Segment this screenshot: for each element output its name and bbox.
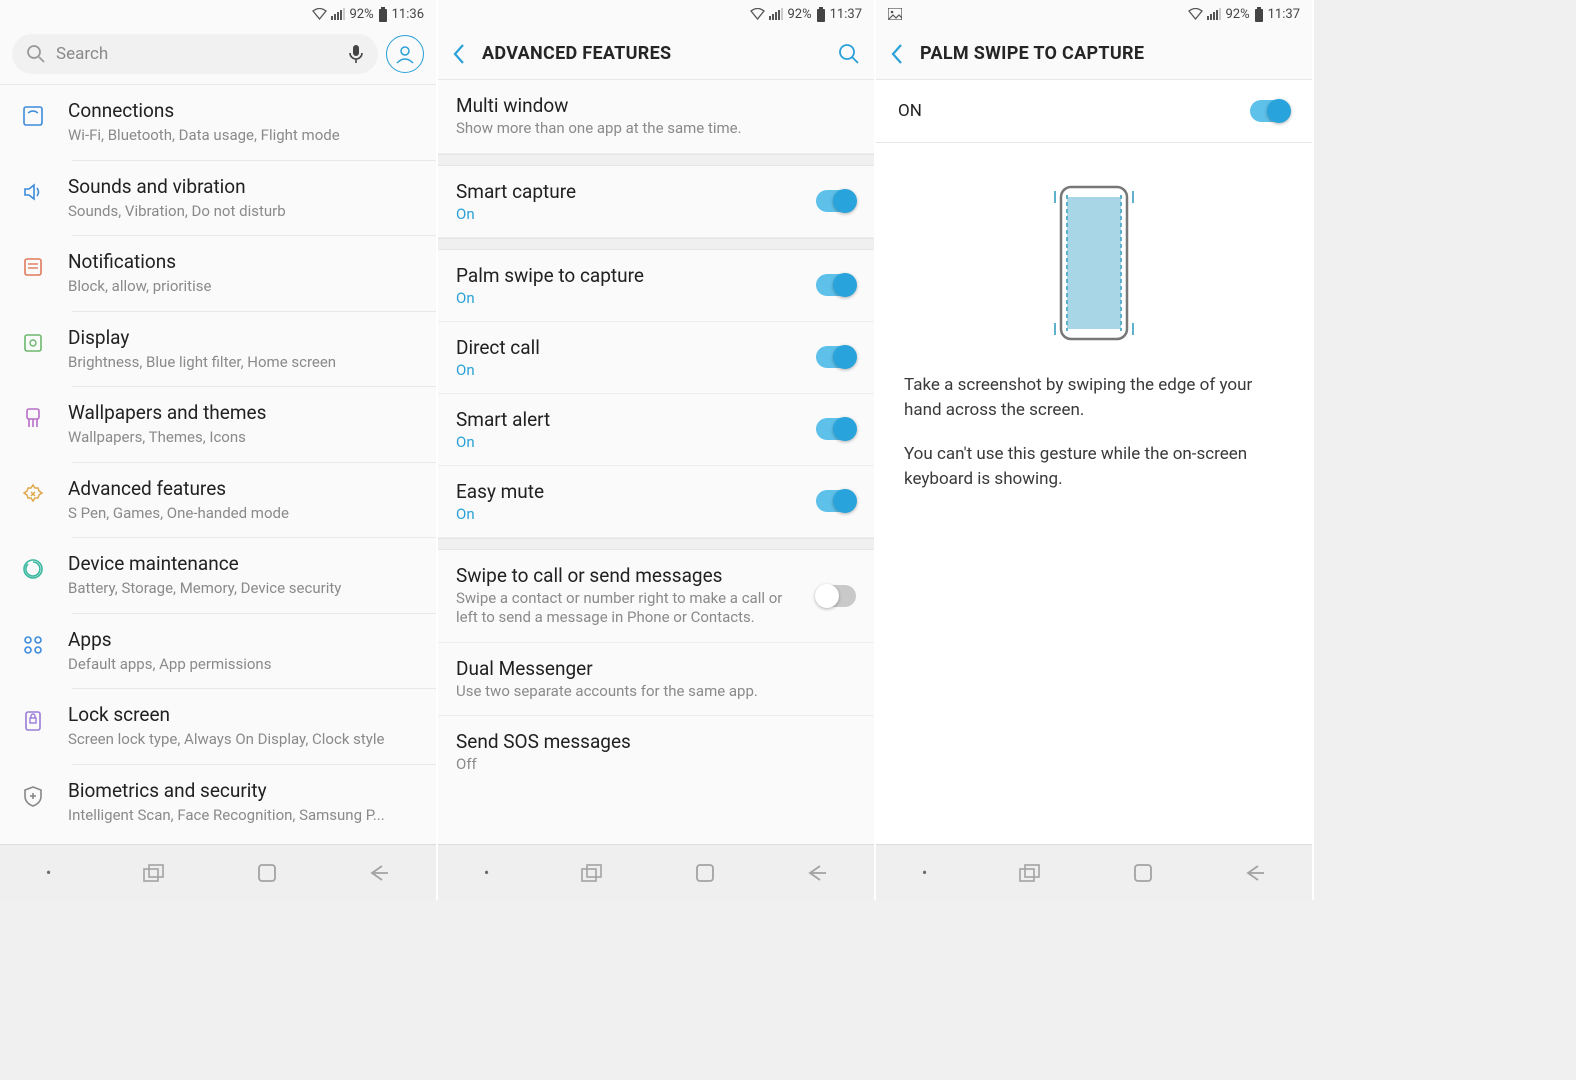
nav-dot: • (922, 863, 927, 882)
sound-icon (16, 175, 50, 205)
search-input[interactable]: Search (12, 34, 378, 74)
settings-item-notifications[interactable]: NotificationsBlock, allow, prioritise (0, 236, 436, 311)
recents-button[interactable] (1019, 864, 1041, 882)
settings-list: ConnectionsWi-Fi, Bluetooth, Data usage,… (0, 85, 436, 844)
master-toggle-row[interactable]: ON (876, 80, 1312, 143)
description-text-1: Take a screenshot by swiping the edge of… (904, 373, 1284, 422)
titlebar: PALM SWIPE TO CAPTURE (876, 28, 1312, 80)
back-button[interactable] (806, 864, 828, 882)
search-header: Search (0, 28, 436, 85)
settings-item-sounds[interactable]: Sounds and vibrationSounds, Vibration, D… (0, 161, 436, 236)
status-bar: 92% 11:37 (438, 0, 874, 28)
status-time: 11:36 (392, 7, 424, 22)
battery-icon (816, 7, 826, 22)
battery-icon (378, 7, 388, 22)
description-text-2: You can't use this gesture while the on-… (904, 442, 1284, 491)
item-smart-alert[interactable]: Smart alertOn (438, 394, 874, 466)
search-placeholder: Search (56, 44, 338, 64)
display-icon (16, 326, 50, 356)
battery-icon (1254, 7, 1264, 22)
settings-item-maintenance[interactable]: Device maintenanceBattery, Storage, Memo… (0, 538, 436, 613)
advanced-icon (16, 477, 50, 507)
back-button[interactable] (368, 864, 390, 882)
settings-item-wallpapers[interactable]: Wallpapers and themesWallpapers, Themes,… (0, 387, 436, 462)
item-direct-call[interactable]: Direct callOn (438, 322, 874, 394)
settings-item-apps[interactable]: AppsDefault apps, App permissions (0, 614, 436, 689)
back-icon[interactable] (890, 43, 904, 65)
search-icon (26, 44, 46, 64)
notifications-icon (16, 250, 50, 280)
navigation-bar: • (438, 844, 874, 900)
recents-button[interactable] (143, 864, 165, 882)
mic-icon[interactable] (348, 44, 364, 64)
status-bar: 92% 11:36 (0, 0, 436, 28)
description-body: Take a screenshot by swiping the edge of… (876, 143, 1312, 844)
toggle-swipe-call[interactable] (816, 585, 856, 607)
settings-item-biometrics[interactable]: Biometrics and securityIntelligent Scan,… (0, 765, 436, 840)
apps-icon (16, 628, 50, 658)
item-multi-window[interactable]: Multi windowShow more than one app at th… (438, 80, 874, 154)
nav-dot: • (484, 863, 489, 882)
page-title: PALM SWIPE TO CAPTURE (920, 43, 1298, 64)
wifi-icon (312, 8, 327, 20)
wifi-icon (1188, 8, 1203, 20)
battery-percent: 92% (349, 7, 373, 22)
phone-illustration (904, 163, 1284, 373)
master-toggle[interactable] (1250, 100, 1290, 122)
home-button[interactable] (695, 863, 715, 883)
lock-icon (16, 703, 50, 733)
back-icon[interactable] (452, 43, 466, 65)
wallpapers-icon (16, 401, 50, 431)
toggle-smart-alert[interactable] (816, 418, 856, 440)
settings-main-screen: 92% 11:36 Search ConnectionsWi-Fi, Bluet… (0, 0, 438, 900)
settings-item-display[interactable]: DisplayBrightness, Blue light filter, Ho… (0, 312, 436, 387)
home-button[interactable] (257, 863, 277, 883)
back-button[interactable] (1244, 864, 1266, 882)
advanced-features-screen: 92% 11:37 ADVANCED FEATURES Multi window… (438, 0, 876, 900)
toggle-direct-call[interactable] (816, 346, 856, 368)
battery-percent: 92% (787, 7, 811, 22)
item-smart-capture[interactable]: Smart captureOn (438, 166, 874, 238)
titlebar: ADVANCED FEATURES (438, 28, 874, 80)
recents-button[interactable] (581, 864, 603, 882)
advanced-list: Multi windowShow more than one app at th… (438, 80, 874, 844)
settings-item-advanced[interactable]: Advanced featuresS Pen, Games, One-hande… (0, 463, 436, 538)
nav-dot: • (46, 863, 51, 882)
battery-percent: 92% (1225, 7, 1249, 22)
palm-swipe-screen: 92% 11:37 PALM SWIPE TO CAPTURE ON Take … (876, 0, 1314, 900)
signal-icon (331, 8, 345, 20)
settings-item-connections[interactable]: ConnectionsWi-Fi, Bluetooth, Data usage,… (0, 85, 436, 160)
toggle-palm-swipe[interactable] (816, 274, 856, 296)
status-time: 11:37 (1268, 7, 1300, 22)
on-label: ON (898, 101, 922, 121)
item-swipe-call[interactable]: Swipe to call or send messagesSwipe a co… (438, 550, 874, 643)
item-palm-swipe[interactable]: Palm swipe to captureOn (438, 250, 874, 322)
item-dual-messenger[interactable]: Dual MessengerUse two separate accounts … (438, 643, 874, 717)
navigation-bar: • (876, 844, 1312, 900)
item-sos[interactable]: Send SOS messagesOff (438, 716, 874, 787)
picture-notif-icon (888, 8, 902, 20)
connections-icon (16, 99, 50, 129)
toggle-smart-capture[interactable] (816, 190, 856, 212)
status-time: 11:37 (830, 7, 862, 22)
signal-icon (1207, 8, 1221, 20)
navigation-bar: • (0, 844, 436, 900)
profile-button[interactable] (386, 35, 424, 73)
wifi-icon (750, 8, 765, 20)
item-easy-mute[interactable]: Easy muteOn (438, 466, 874, 538)
status-bar: 92% 11:37 (876, 0, 1312, 28)
shield-icon (16, 779, 50, 809)
home-button[interactable] (1133, 863, 1153, 883)
toggle-easy-mute[interactable] (816, 490, 856, 512)
search-icon[interactable] (838, 43, 860, 65)
maintenance-icon (16, 552, 50, 582)
signal-icon (769, 8, 783, 20)
settings-item-lockscreen[interactable]: Lock screenScreen lock type, Always On D… (0, 689, 436, 764)
page-title: ADVANCED FEATURES (482, 43, 822, 64)
